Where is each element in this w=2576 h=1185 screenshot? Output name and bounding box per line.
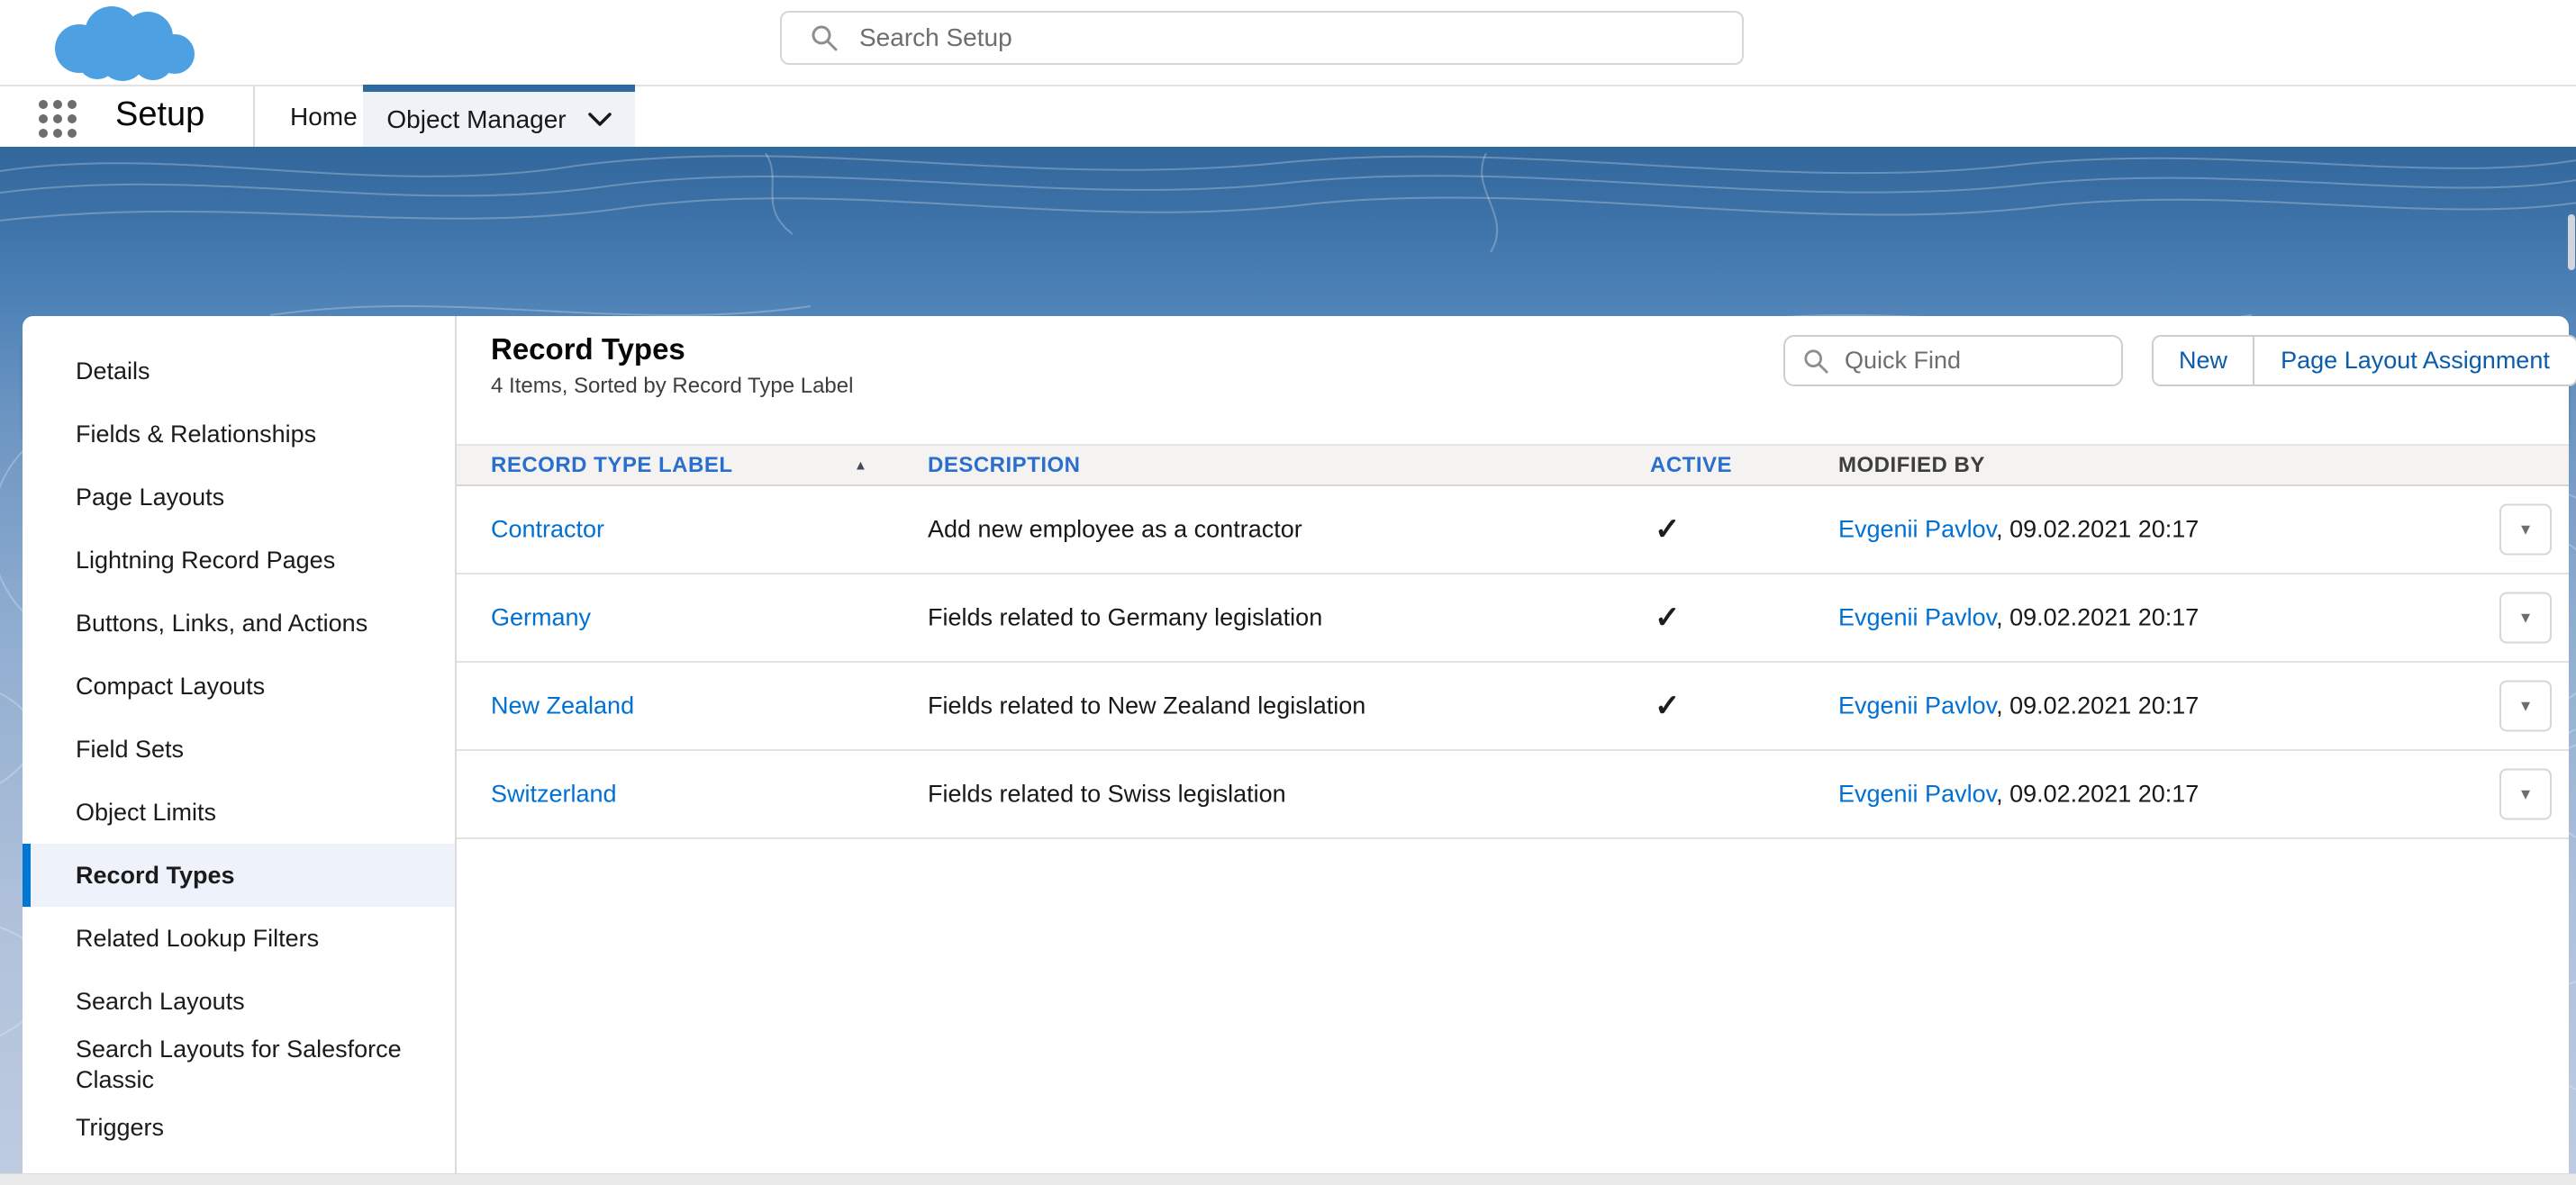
table-row: Contractor Add new employee as a contrac… [457,486,2569,574]
modified-date: , 09.02.2021 20:17 [1996,516,2199,543]
tab-home[interactable]: Home [270,86,377,147]
sidebar-item-fields-relationships[interactable]: Fields & Relationships [23,403,455,466]
quick-find-input[interactable] [1843,346,2099,375]
tab-object-manager[interactable]: Object Manager [363,85,635,147]
sort-asc-icon: ▲ [854,457,867,473]
new-button[interactable]: New [2154,337,2254,384]
sidebar-item-lightning-record-pages[interactable]: Lightning Record Pages [23,529,455,592]
sidebar-item-compact-layouts[interactable]: Compact Layouts [23,655,455,718]
modified-date: , 09.02.2021 20:17 [1996,604,2199,631]
search-icon [1803,348,1828,374]
object-sidebar: Details Fields & Relationships Page Layo… [23,316,455,1185]
record-type-link[interactable]: Contractor [491,516,604,543]
page-subtitle: 4 Items, Sorted by Record Type Label [491,374,853,399]
page-title: Record Types [491,332,685,366]
header-button-group: New Page Layout Assignment [2152,335,2576,386]
modified-date: , 09.02.2021 20:17 [1996,781,2199,808]
app-launcher-icon[interactable] [36,97,79,140]
sidebar-item-search-layouts-classic[interactable]: Search Layouts for Salesforce Classic [23,1033,455,1096]
record-types-section: Record Types 4 Items, Sorted by Record T… [457,316,2569,1185]
sidebar-item-record-types[interactable]: Record Types [23,844,455,907]
sidebar-item-object-limits[interactable]: Object Limits [23,781,455,844]
active-check-icon: ✓ [1655,688,1681,724]
search-icon [811,24,838,51]
sidebar-item-page-layouts[interactable]: Page Layouts [23,466,455,529]
modified-by-link[interactable]: Evgenii Pavlov [1838,781,1996,808]
sidebar-item-search-layouts[interactable]: Search Layouts [23,970,455,1033]
setup-nav-bar: Setup Home Object Manager [0,85,2576,147]
active-check-icon: ✓ [1655,600,1681,636]
table-row: New Zealand Fields related to New Zealan… [457,663,2569,751]
record-type-description: Fields related to New Zealand legislatio… [928,692,1365,720]
global-search-input[interactable] [857,23,1672,53]
global-search-box[interactable] [780,11,1744,65]
salesforce-logo-icon[interactable] [34,4,214,83]
sidebar-item-details[interactable]: Details [23,339,455,403]
row-actions-button[interactable]: ▼ [2499,592,2552,644]
page-layout-assignment-button[interactable]: Page Layout Assignment [2254,337,2576,384]
sidebar-item-field-sets[interactable]: Field Sets [23,718,455,781]
tab-object-manager-label: Object Manager [386,105,566,134]
column-modified-by: MODIFIED BY [1838,453,1985,478]
table-row: Switzerland Fields related to Swiss legi… [457,751,2569,839]
row-actions-button[interactable]: ▼ [2499,769,2552,820]
record-type-link[interactable]: Germany [491,604,591,631]
modified-by-link[interactable]: Evgenii Pavlov [1838,604,1996,631]
sidebar-item-related-lookup-filters[interactable]: Related Lookup Filters [23,907,455,970]
quick-find-box[interactable] [1783,335,2123,386]
record-type-description: Add new employee as a contractor [928,516,1302,544]
record-type-link[interactable]: New Zealand [491,692,634,719]
salesforce-setup-page: ★ ▼ ? [0,0,2576,1185]
nav-bottom-border [0,147,2576,153]
table-row: Germany Fields related to Germany legisl… [457,574,2569,663]
sidebar-item-buttons-links-actions[interactable]: Buttons, Links, and Actions [23,592,455,655]
chevron-down-icon [588,113,612,127]
column-active[interactable]: ACTIVE [1650,453,1732,478]
vertical-scrollbar-thumb[interactable] [2568,214,2575,270]
record-type-description: Fields related to Swiss legislation [928,781,1286,809]
setup-app-title: Setup [115,95,204,134]
modified-by-link[interactable]: Evgenii Pavlov [1838,516,1996,543]
row-actions-button[interactable]: ▼ [2499,504,2552,556]
table-header: RECORD TYPE LABEL ▲ DESCRIPTION ACTIVE M… [457,444,2569,486]
global-header: ★ ▼ ? [0,0,2576,85]
horizontal-scrollbar-track[interactable] [0,1173,2576,1185]
column-record-type-label[interactable]: RECORD TYPE LABEL [491,453,733,478]
nav-divider [253,86,255,147]
modified-date: , 09.02.2021 20:17 [1996,692,2199,719]
content-panel: Details Fields & Relationships Page Layo… [23,316,2569,1185]
row-actions-button[interactable]: ▼ [2499,681,2552,732]
active-check-icon: ✓ [1655,511,1681,547]
column-description[interactable]: DESCRIPTION [928,453,1081,478]
record-type-link[interactable]: Switzerland [491,781,617,808]
record-type-description: Fields related to Germany legislation [928,604,1322,632]
sidebar-item-triggers[interactable]: Triggers [23,1096,455,1159]
modified-by-link[interactable]: Evgenii Pavlov [1838,692,1996,719]
